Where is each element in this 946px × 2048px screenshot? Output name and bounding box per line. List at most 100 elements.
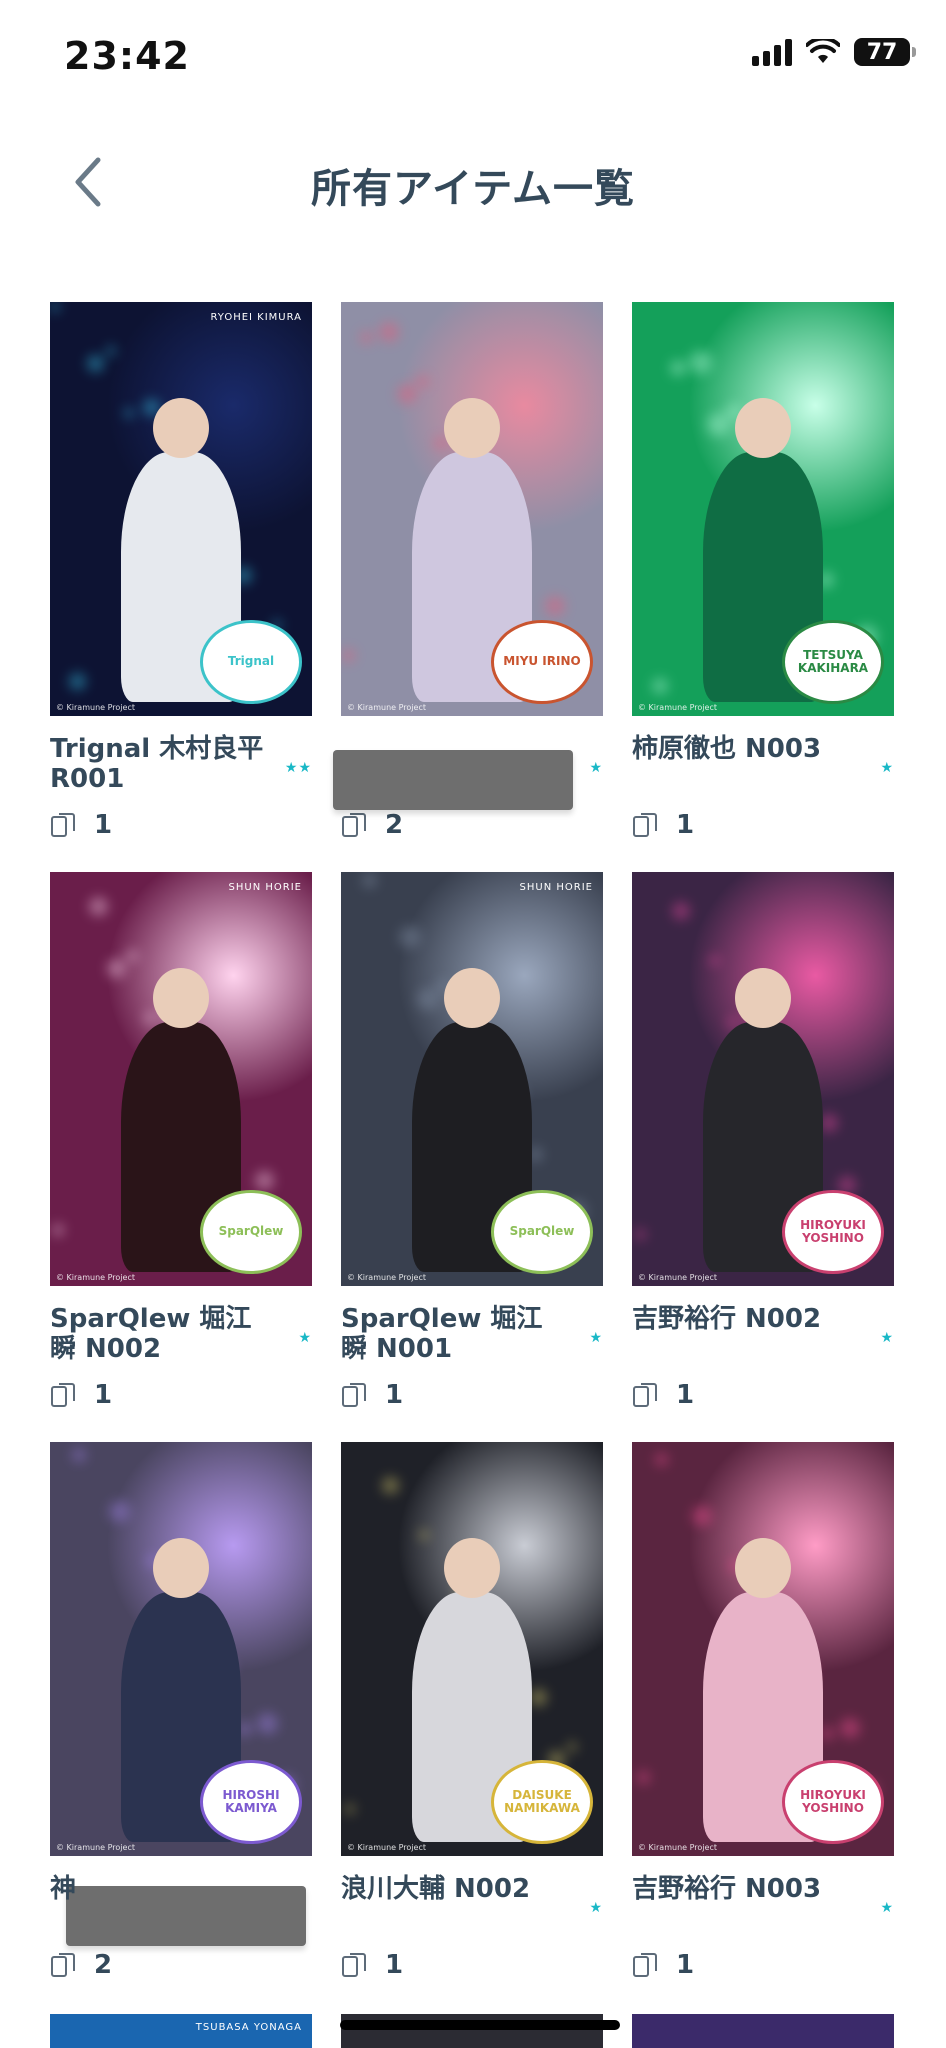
rarity-stars: ★ bbox=[298, 1330, 312, 1346]
owned-count: 2 bbox=[50, 1950, 112, 1980]
item-card[interactable]: SparQlew SHUN HORIE © Kiramune Project Spar… bbox=[50, 872, 312, 1442]
item-card[interactable]: MIYU IRINO © Kiramune Project ★ 2 bbox=[333, 302, 603, 872]
performer-head bbox=[735, 1538, 791, 1598]
stage-light bbox=[107, 959, 126, 978]
item-title: 柿原徹也 N003 bbox=[632, 734, 822, 764]
item-title: SparQlew 堀江瞬 N001 bbox=[341, 1304, 543, 1364]
photo-name-caption: SHUN HORIE bbox=[228, 882, 302, 893]
battery-indicator: 77 bbox=[854, 38, 916, 66]
cards-stack-icon bbox=[51, 1383, 75, 1407]
page-title: 所有アイテム一覧 bbox=[311, 166, 635, 212]
copyright-text: © Kiramune Project bbox=[347, 1273, 426, 1282]
event-badge-logo: HIROYUKI YOSHINO bbox=[782, 1760, 884, 1844]
event-badge-logo: SparQlew bbox=[200, 1190, 302, 1274]
performer-head bbox=[444, 1538, 500, 1598]
redaction-box bbox=[333, 750, 573, 810]
stage-light bbox=[567, 1742, 577, 1752]
copyright-text: © Kiramune Project bbox=[56, 1843, 135, 1852]
item-title: 吉野裕行 N002 bbox=[632, 1304, 822, 1334]
stage-light bbox=[692, 1506, 712, 1526]
performer-head bbox=[735, 968, 791, 1028]
stage-light bbox=[144, 1012, 156, 1024]
item-card[interactable]: Trignal RYOHEI KIMURA © Kiramune Project Tr… bbox=[50, 302, 312, 872]
owned-count: 1 bbox=[632, 1380, 694, 1410]
owned-count: 1 bbox=[632, 810, 694, 840]
item-photo: HIROSHI KAMIYA © Kiramune Project bbox=[50, 1442, 312, 1856]
stage-light bbox=[709, 955, 720, 966]
owned-count: 1 bbox=[50, 1380, 112, 1410]
status-time: 23:42 bbox=[64, 34, 190, 78]
rarity-stars: ★ bbox=[589, 760, 603, 776]
event-badge-logo: TETSUYA KAKIHARA bbox=[782, 620, 884, 704]
stage-light bbox=[126, 950, 138, 962]
item-photo: MIYU IRINO © Kiramune Project bbox=[341, 302, 603, 716]
stage-light bbox=[255, 1171, 274, 1190]
item-title-partial: 神 bbox=[50, 1874, 77, 1904]
stage-light bbox=[345, 1804, 355, 1814]
item-photo: Trignal RYOHEI KIMURA © Kiramune Project bbox=[50, 302, 312, 716]
item-card[interactable]: TETSUYA KAKIHARA © Kiramune Project 柿原徹也 N… bbox=[632, 302, 894, 872]
owned-count: 1 bbox=[632, 1950, 694, 1980]
performer-head bbox=[444, 398, 500, 458]
owned-count: 1 bbox=[341, 1380, 403, 1410]
rarity-stars: ★ bbox=[880, 760, 894, 776]
cards-stack-icon bbox=[51, 1953, 75, 1977]
owned-count-value: 1 bbox=[385, 1950, 404, 1980]
stage-light bbox=[109, 1501, 130, 1522]
photo-name-caption: TSUBASA YONAGA bbox=[195, 2022, 302, 2033]
item-photo-peek[interactable]: TSUBASA YONAGA bbox=[50, 2014, 312, 2048]
event-badge-logo: Trignal bbox=[200, 620, 302, 704]
cards-stack-icon bbox=[51, 813, 75, 837]
cards-stack-icon bbox=[633, 813, 657, 837]
item-title: 吉野裕行 N003 bbox=[632, 1874, 822, 1904]
rarity-stars: ★ bbox=[880, 1900, 894, 1916]
owned-count: 2 bbox=[341, 810, 403, 840]
item-photo-peek[interactable] bbox=[632, 2014, 894, 2048]
stage-light bbox=[635, 1229, 646, 1240]
item-grid: Trignal RYOHEI KIMURA © Kiramune Project Tr… bbox=[50, 302, 896, 2012]
item-title: Trignal 木村良平 R001 bbox=[50, 734, 264, 794]
copyright-text: © Kiramune Project bbox=[638, 1273, 717, 1282]
item-photo: HIROYUKI YOSHINO © Kiramune Project bbox=[632, 1442, 894, 1856]
stage-light bbox=[417, 988, 439, 1010]
cellular-signal-icon bbox=[752, 38, 792, 66]
owned-count-value: 1 bbox=[94, 810, 113, 840]
owned-count-value: 1 bbox=[676, 810, 695, 840]
stage-light bbox=[670, 360, 686, 376]
stage-light bbox=[342, 649, 355, 662]
item-title: SparQlew 堀江瞬 N002 bbox=[50, 1304, 252, 1364]
item-card[interactable]: HIROYUKI YOSHINO © Kiramune Project 吉野裕行 N… bbox=[632, 1442, 894, 2012]
stage-light bbox=[124, 408, 134, 418]
stage-light bbox=[637, 1771, 650, 1784]
stage-light bbox=[52, 1224, 64, 1236]
stage-light bbox=[652, 678, 668, 694]
item-card[interactable]: SparQlew SHUN HORIE © Kiramune Project Spar… bbox=[341, 872, 603, 1442]
copyright-text: © Kiramune Project bbox=[638, 1843, 717, 1852]
event-badge-logo: MIYU IRINO bbox=[491, 620, 593, 704]
stage-light bbox=[672, 902, 690, 920]
home-indicator bbox=[340, 2020, 620, 2030]
performer-head bbox=[153, 1538, 209, 1598]
rarity-stars: ★ bbox=[589, 1900, 603, 1916]
stage-light bbox=[840, 1718, 860, 1738]
stage-light bbox=[416, 375, 429, 388]
stage-light bbox=[419, 1530, 429, 1540]
event-badge-logo: HIROSHI KAMIYA bbox=[200, 1760, 302, 1844]
owned-count: 1 bbox=[50, 810, 112, 840]
stage-light bbox=[257, 1713, 278, 1734]
stage-light bbox=[106, 346, 116, 356]
stage-light bbox=[689, 351, 712, 374]
item-photo: SparQlew SHUN HORIE © Kiramune Project bbox=[50, 872, 312, 1286]
item-photo: DAISUKE NAMIKAWA © Kiramune Project bbox=[341, 1442, 603, 1856]
photo-name-caption: SHUN HORIE bbox=[519, 882, 593, 893]
item-card[interactable]: HIROSHI KAMIYA © Kiramune Project 2 神 bbox=[50, 1442, 312, 2012]
performer-head bbox=[444, 968, 500, 1028]
item-card[interactable]: HIROYUKI YOSHINO © Kiramune Project 吉野裕行 N… bbox=[632, 872, 894, 1442]
stage-light bbox=[69, 673, 86, 690]
cards-stack-icon bbox=[633, 1953, 657, 1977]
owned-count-value: 1 bbox=[676, 1950, 695, 1980]
copyright-text: © Kiramune Project bbox=[638, 703, 717, 712]
item-card[interactable]: DAISUKE NAMIKAWA © Kiramune Project 浪川大輔 N… bbox=[341, 1442, 603, 2012]
stage-light bbox=[87, 355, 104, 372]
owned-count-value: 2 bbox=[94, 1950, 113, 1980]
